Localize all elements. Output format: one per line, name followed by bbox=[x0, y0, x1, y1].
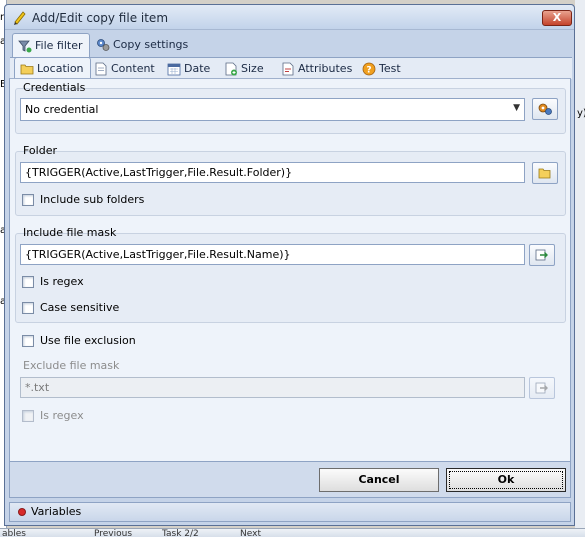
tab-label: Attributes bbox=[298, 62, 353, 75]
tab-attributes[interactable]: Attributes bbox=[275, 57, 359, 79]
include-is-regex-checkbox[interactable] bbox=[22, 275, 34, 288]
tab-date[interactable]: Date bbox=[161, 57, 217, 79]
use-file-exclusion-option[interactable]: Use file exclusion bbox=[22, 334, 136, 347]
use-file-exclusion-label: Use file exclusion bbox=[40, 334, 136, 347]
background-window-right bbox=[575, 0, 585, 537]
tab-copy-settings[interactable]: Copy settings bbox=[90, 33, 195, 55]
edit-pencil-icon bbox=[14, 11, 26, 25]
dialog-title: Add/Edit copy file item bbox=[32, 11, 169, 25]
case-sensitive-checkbox[interactable] bbox=[22, 301, 34, 314]
next-button[interactable]: Next bbox=[240, 529, 261, 537]
tab-label: Test bbox=[379, 62, 401, 75]
attributes-icon bbox=[282, 62, 294, 75]
tab-size[interactable]: Size bbox=[218, 57, 271, 79]
exclude-is-regex-label: Is regex bbox=[40, 409, 84, 422]
tab-content[interactable]: Content bbox=[88, 57, 162, 79]
tab-label: Size bbox=[241, 62, 264, 75]
previous-button[interactable]: Previous bbox=[94, 529, 132, 537]
tab-label: Copy settings bbox=[113, 38, 189, 51]
include-sub-folders-checkbox[interactable] bbox=[22, 193, 34, 206]
secondary-tab-strip: Location Content Date Size Attributes ? … bbox=[10, 57, 572, 79]
title-bar[interactable]: Add/Edit copy file item X bbox=[5, 5, 574, 30]
background-text: ables bbox=[2, 529, 26, 537]
primary-tab-strip: File filter Copy settings bbox=[10, 33, 572, 57]
credentials-value: No credential bbox=[25, 103, 99, 116]
insert-arrow-icon bbox=[535, 382, 548, 394]
include-mask-title: Include file mask bbox=[23, 226, 117, 239]
case-sensitive-option[interactable]: Case sensitive bbox=[22, 301, 119, 314]
background-task-bar: ables Previous Task 2/2 Next bbox=[0, 528, 585, 537]
exclude-is-regex-option[interactable]: Is regex bbox=[22, 409, 84, 422]
variables-toggle[interactable]: Variables bbox=[18, 505, 81, 518]
chevron-down-icon: ▼ bbox=[513, 103, 520, 113]
document-icon bbox=[95, 62, 107, 75]
tab-label: Date bbox=[184, 62, 211, 75]
folder-icon bbox=[20, 64, 34, 74]
gears-icon bbox=[97, 38, 110, 51]
credentials-combobox[interactable]: No credential ▼ bbox=[20, 98, 525, 121]
folder-title: Folder bbox=[23, 144, 57, 157]
exclude-mask-title: Exclude file mask bbox=[23, 359, 120, 372]
tab-label: Location bbox=[37, 62, 84, 75]
close-button[interactable]: X bbox=[542, 10, 572, 26]
include-mask-input[interactable]: {TRIGGER(Active,LastTrigger,File.Result.… bbox=[20, 244, 525, 265]
use-file-exclusion-checkbox[interactable] bbox=[22, 334, 34, 347]
size-icon bbox=[225, 62, 237, 75]
tab-location[interactable]: Location bbox=[14, 57, 91, 79]
credentials-manage-button[interactable] bbox=[532, 98, 558, 120]
tab-label: Content bbox=[111, 62, 155, 75]
funnel-icon bbox=[18, 40, 32, 52]
tab-test[interactable]: ? Test bbox=[356, 57, 408, 79]
status-bar: Variables bbox=[9, 502, 571, 522]
credentials-title: Credentials bbox=[23, 81, 86, 94]
insert-variable-button[interactable] bbox=[529, 244, 555, 266]
include-is-regex-option[interactable]: Is regex bbox=[22, 275, 84, 288]
exclude-is-regex-checkbox[interactable] bbox=[22, 409, 34, 422]
tab-file-filter[interactable]: File filter bbox=[12, 33, 90, 57]
ok-button[interactable]: Ok bbox=[446, 468, 566, 492]
case-sensitive-label: Case sensitive bbox=[40, 301, 120, 314]
help-icon: ? bbox=[362, 62, 376, 75]
variables-icon bbox=[18, 507, 26, 516]
folder-group bbox=[15, 151, 566, 216]
browse-folder-button[interactable] bbox=[532, 162, 558, 184]
folder-input[interactable]: {TRIGGER(Active,LastTrigger,File.Result.… bbox=[20, 162, 525, 183]
tab-label: File filter bbox=[35, 39, 83, 52]
svg-text:?: ? bbox=[366, 65, 371, 75]
calendar-icon bbox=[167, 63, 181, 75]
insert-arrow-icon bbox=[535, 249, 548, 261]
exclude-mask-input[interactable]: *.txt bbox=[20, 377, 525, 398]
include-sub-folders-option[interactable]: Include sub folders bbox=[22, 193, 144, 206]
gears-icon bbox=[538, 103, 552, 115]
include-sub-folders-label: Include sub folders bbox=[40, 193, 145, 206]
include-is-regex-label: Is regex bbox=[40, 275, 84, 288]
background-text: y) bbox=[577, 108, 585, 119]
exclude-insert-variable-button[interactable] bbox=[529, 377, 555, 399]
cancel-button[interactable]: Cancel bbox=[319, 468, 439, 492]
folder-open-icon bbox=[538, 168, 551, 179]
task-counter: Task 2/2 bbox=[162, 529, 199, 537]
variables-label: Variables bbox=[31, 505, 82, 518]
